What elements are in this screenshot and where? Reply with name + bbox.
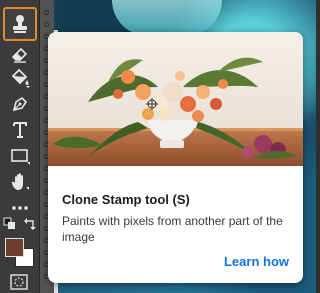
quick-mask-icon [10, 274, 28, 290]
tool-tooltip-card: Clone Stamp tool (S) Paints with pixels … [48, 32, 303, 283]
type-icon [13, 122, 27, 138]
type-tool-button[interactable] [4, 116, 36, 144]
default-colors-icon [3, 217, 15, 229]
learn-how-link[interactable]: Learn how [224, 254, 289, 269]
clone-stamp-tool-button[interactable] [3, 7, 37, 41]
photoshop-workspace: Clone Stamp tool (S) Paints with pixels … [0, 0, 316, 293]
ellipsis-icon [12, 206, 28, 210]
tooltip-preview-image [48, 32, 303, 166]
tooltip-description: Paints with pixels from another part of … [62, 214, 283, 244]
swap-arrows-icon [24, 218, 36, 230]
swap-colors-button[interactable] [22, 216, 38, 232]
stamp-icon [13, 15, 27, 33]
hand-tool-button[interactable] [4, 168, 36, 196]
rectangle-icon [11, 149, 30, 165]
pen-icon [12, 96, 28, 112]
quick-mask-button[interactable] [9, 273, 29, 291]
paint-bucket-tool-button[interactable] [4, 64, 36, 92]
tools-panel [0, 0, 40, 293]
tooltip-title: Clone Stamp tool (S) [62, 192, 190, 207]
default-colors-button[interactable] [2, 216, 18, 232]
foreground-color-swatch[interactable] [5, 238, 24, 257]
rectangle-tool-button[interactable] [4, 142, 36, 170]
hand-icon [11, 173, 29, 190]
paint-bucket-icon [11, 68, 30, 88]
pen-tool-button[interactable] [4, 90, 36, 118]
eraser-icon [11, 47, 28, 63]
